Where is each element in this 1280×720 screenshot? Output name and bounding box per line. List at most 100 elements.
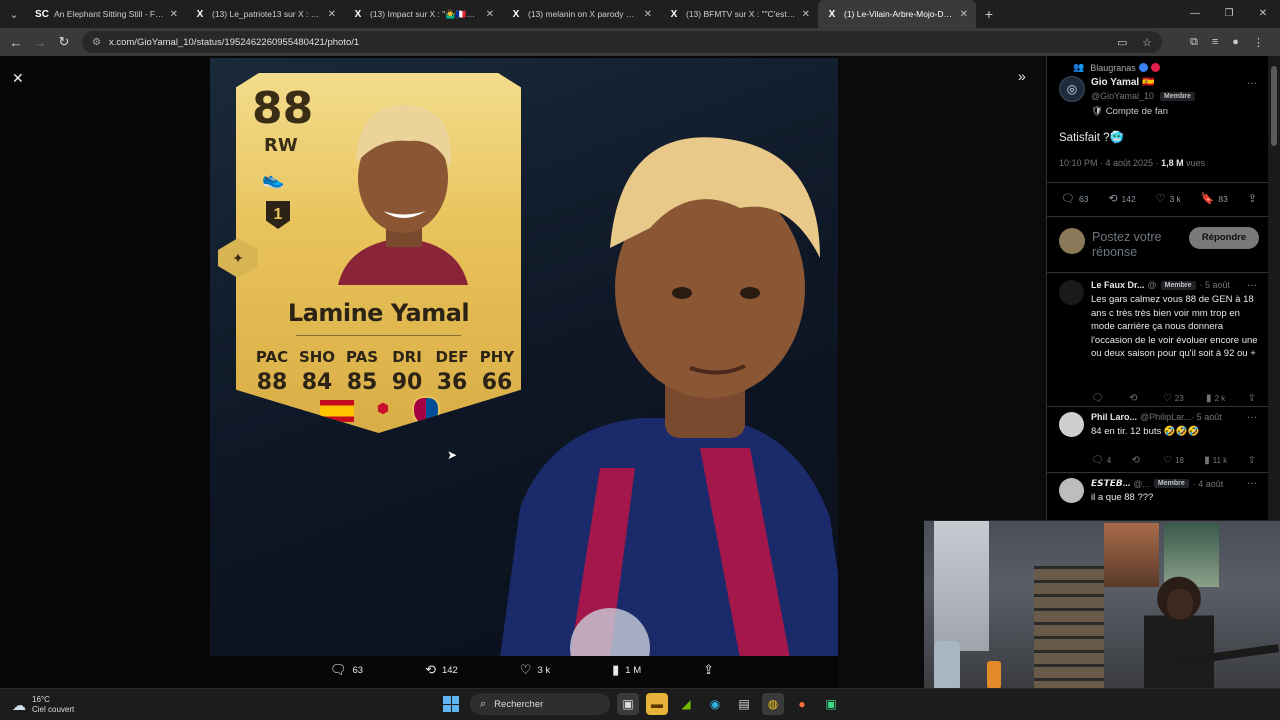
reply-date[interactable]: · 5 août [1200,280,1231,290]
repost-action[interactable]: ⟲ 142 [425,662,458,678]
back-icon[interactable]: ← [4,35,28,50]
weather-widget[interactable]: ☁ 16°C Ciel couvert [12,695,74,715]
x-favicon-icon: X [670,8,678,20]
panel-scrollbar[interactable] [1268,56,1280,520]
browser-tab[interactable]: SC An Elephant Sitting Still - Film (✕ [28,0,186,28]
close-tab-icon[interactable]: ✕ [170,9,178,20]
reply-action[interactable]: 🗨 63 [330,662,363,678]
bookmark-star-icon[interactable]: ☆ [1142,37,1152,49]
url-text[interactable]: x.com/GioYamal_10/status/195246226095548… [109,37,1105,48]
scrollbar-thumb[interactable] [1271,66,1277,146]
reply-author-name[interactable]: 𝙀𝙎𝙏𝙀𝘽... [1091,478,1130,489]
tweet-bookmark-button[interactable]: 🔖 83 [1201,192,1228,205]
android-app-icon[interactable]: ▣ [820,693,842,715]
taskbar-search[interactable]: ⌕ Rechercher [470,693,610,715]
reply-author-handle[interactable]: @... [1133,479,1150,489]
reply-repost-button[interactable]: ⟲ [1131,455,1142,466]
reply-date[interactable]: · 4 août [1193,479,1224,489]
tweet-reply-button[interactable]: 🗨 63 [1061,192,1088,205]
media-controls-icon[interactable]: ≡ [1212,36,1218,49]
reply-submit-button[interactable]: Répondre [1189,227,1259,249]
reply-repost-button[interactable]: ⟲ [1129,393,1140,404]
site-info-icon[interactable]: ⚙ [92,37,101,48]
more-options-icon[interactable]: ··· [1247,412,1257,423]
profile-icon[interactable]: ● [1232,36,1239,49]
reply-reply-button[interactable]: 🗨 [1091,393,1107,404]
file-explorer-icon[interactable]: ▬ [646,693,668,715]
tweet-action-bar: 🗨 63 ⟲ 142 ♡ 3 k 🔖 83 ⇪ [1061,192,1261,205]
heart-icon: ♡ [519,662,532,677]
reply-tweet[interactable]: Phil Laro... @PhilipLar... · 5 août ··· 84 e… [1047,412,1268,478]
new-tab-button[interactable]: + [976,6,1002,22]
tweet-share-button[interactable]: ⇪ [1248,192,1261,205]
share-action[interactable]: ⇪ [703,662,720,678]
reply-author-handle[interactable]: @ [1148,280,1157,290]
tab-search-icon[interactable]: ⌄ [0,0,28,28]
windows-start-icon[interactable] [440,693,462,715]
address-bar[interactable]: ⚙ x.com/GioYamal_10/status/1952462260955… [82,31,1162,53]
cast-icon[interactable]: ▭ [1117,37,1127,49]
reply-avatar[interactable] [1059,478,1084,503]
expand-panel-icon[interactable]: » [1018,68,1026,84]
author-avatar[interactable]: ◎ [1059,76,1085,102]
close-tab-icon[interactable]: ✕ [486,9,494,20]
reload-icon[interactable]: ↻ [52,34,76,50]
reply-share-button[interactable]: ⇪ [1248,393,1259,404]
reply-share-button[interactable]: ⇪ [1248,455,1259,466]
reply-views-button[interactable]: ▮ 2 k [1206,393,1225,404]
reply-input[interactable]: Postez votre réponse [1092,230,1187,256]
browser-tab[interactable]: X (13) Impact sur X : "🤷‍♂️🇫🇷🤮🔥 ✕ [344,0,502,28]
store-icon[interactable]: ▤ [733,693,755,715]
close-tab-icon[interactable]: ✕ [960,9,968,20]
share-icon: ⇪ [1247,393,1256,404]
reply-avatar[interactable] [1059,280,1084,305]
close-tab-icon[interactable]: ✕ [328,9,336,20]
task-view-icon[interactable]: ▣ [617,693,639,715]
card-stat: PAS 85 [342,348,382,395]
more-options-icon[interactable]: ··· [1247,280,1257,291]
reply-reply-button[interactable]: 🗨 4 [1091,455,1111,466]
reply-views-button[interactable]: ▮ 11 k [1204,455,1227,466]
close-tab-icon[interactable]: ✕ [644,9,652,20]
views-action[interactable]: ▮ 1 M [612,662,641,678]
photo-action-bar: 🗨 63 ⟲ 142 ♡ 3 k ▮ 1 M ⇪ [330,662,720,678]
reply-like-button[interactable]: ♡ 18 [1163,455,1184,466]
reply-tweet[interactable]: Le Faux Dr... @ Membre · 5 août ··· Les gars … [1047,280,1268,412]
reply-avatar[interactable] [1059,412,1084,437]
more-options-icon[interactable]: ··· [1247,78,1257,89]
community-label[interactable]: 👥 Blaugranas [1073,62,1160,73]
heart-icon: ♡ [1155,193,1166,205]
reply-header: Le Faux Dr... @ Membre · 5 août [1091,280,1230,290]
author-name[interactable]: Gio Yamal 🇪🇸 [1091,77,1154,88]
firefox-icon[interactable]: ● [791,693,813,715]
minimize-icon[interactable]: — [1178,0,1212,28]
close-window-icon[interactable]: ✕ [1246,0,1280,28]
extensions-icon[interactable]: ⧉ [1190,36,1198,49]
browser-tab[interactable]: X (1) Le-Vilain-Arbre-Mojo-D'Hyr ✕ [818,0,976,28]
reply-author-name[interactable]: Le Faux Dr... [1091,280,1145,290]
tweet-views-count: 1,8 M [1161,158,1184,168]
tweet-repost-button[interactable]: ⟲ 142 [1108,192,1135,205]
tweet-timestamp[interactable]: 10:10 PM · 4 août 2025 · [1059,158,1159,168]
browser-menu-icon[interactable]: ⋮ [1253,36,1264,49]
tweet-like-button[interactable]: ♡ 3 k [1156,192,1181,205]
browser-tab[interactable]: X (13) melanin on X parody accou ✕ [502,0,660,28]
close-viewer-icon[interactable]: ✕ [12,70,24,87]
browser-tab[interactable]: X (13) BFMTV sur X : ""C'est une ca ✕ [660,0,818,28]
reply-like-button[interactable]: ♡ 23 [1163,393,1184,404]
author-handle[interactable]: @GioYamal_10 [1091,91,1154,101]
chrome-icon[interactable]: ◍ [762,693,784,715]
reply-author-handle[interactable]: @PhilipLar... [1140,412,1191,422]
like-action[interactable]: ♡ 3 k [520,662,550,678]
browser-tab[interactable]: X (13) Le_patriote13 sur X : "Salle ✕ [186,0,344,28]
edge-icon[interactable]: ◉ [704,693,726,715]
nvidia-icon[interactable]: ◢ [675,693,697,715]
close-tab-icon[interactable]: ✕ [802,9,810,20]
forward-icon[interactable]: → [28,35,52,50]
reply-tweet[interactable]: 𝙀𝙎𝙏𝙀𝘽... @... Membre · 4 août ··· il a que 88… [1047,478,1268,520]
restore-icon[interactable]: ❐ [1212,0,1246,28]
more-options-icon[interactable]: ··· [1247,478,1257,489]
reply-author-name[interactable]: Phil Laro... [1091,412,1137,422]
community-dot-icon [1150,63,1160,72]
reply-date[interactable]: · 5 août [1191,412,1222,422]
